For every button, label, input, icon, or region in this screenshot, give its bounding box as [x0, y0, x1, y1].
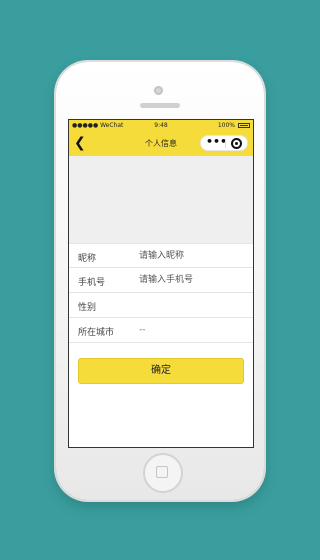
close-target-icon[interactable]	[231, 138, 242, 149]
home-button[interactable]	[143, 453, 183, 493]
status-bar: ●●●●● WeChat 9:48 100%	[69, 120, 253, 131]
nickname-label: 昵称	[78, 254, 97, 264]
phone-label: 手机号	[78, 278, 106, 288]
battery-percent: 100%	[217, 122, 235, 129]
navigation-bar: ❮ 个人信息 •••	[69, 131, 253, 156]
phone-row: 手机号	[69, 268, 253, 293]
nickname-row: 昵称	[69, 243, 253, 268]
front-camera	[154, 86, 163, 95]
phone-frame: ●●●●● WeChat 9:48 100% ❮ 个人信息 ••• 昵称 手机号	[56, 62, 264, 500]
more-menu-icon[interactable]: •••	[206, 135, 227, 148]
nickname-input[interactable]	[139, 249, 244, 263]
profile-form: 昵称 手机号 性别 所在城市 --	[69, 243, 253, 343]
battery-icon	[238, 123, 250, 128]
gender-label: 性别	[78, 303, 97, 313]
phone-screen: ●●●●● WeChat 9:48 100% ❮ 个人信息 ••• 昵称 手机号	[68, 119, 254, 448]
capsule-divider	[225, 139, 226, 148]
earpiece-speaker	[140, 103, 180, 108]
miniprogram-capsule: •••	[200, 135, 248, 151]
header-banner	[69, 156, 253, 243]
home-square-icon	[156, 466, 168, 478]
phone-input[interactable]	[139, 273, 244, 287]
city-value[interactable]: --	[139, 325, 146, 335]
confirm-button[interactable]: 确定	[78, 358, 244, 384]
city-row[interactable]: 所在城市 --	[69, 318, 253, 343]
gender-row[interactable]: 性别	[69, 293, 253, 318]
city-label: 所在城市	[78, 328, 115, 338]
